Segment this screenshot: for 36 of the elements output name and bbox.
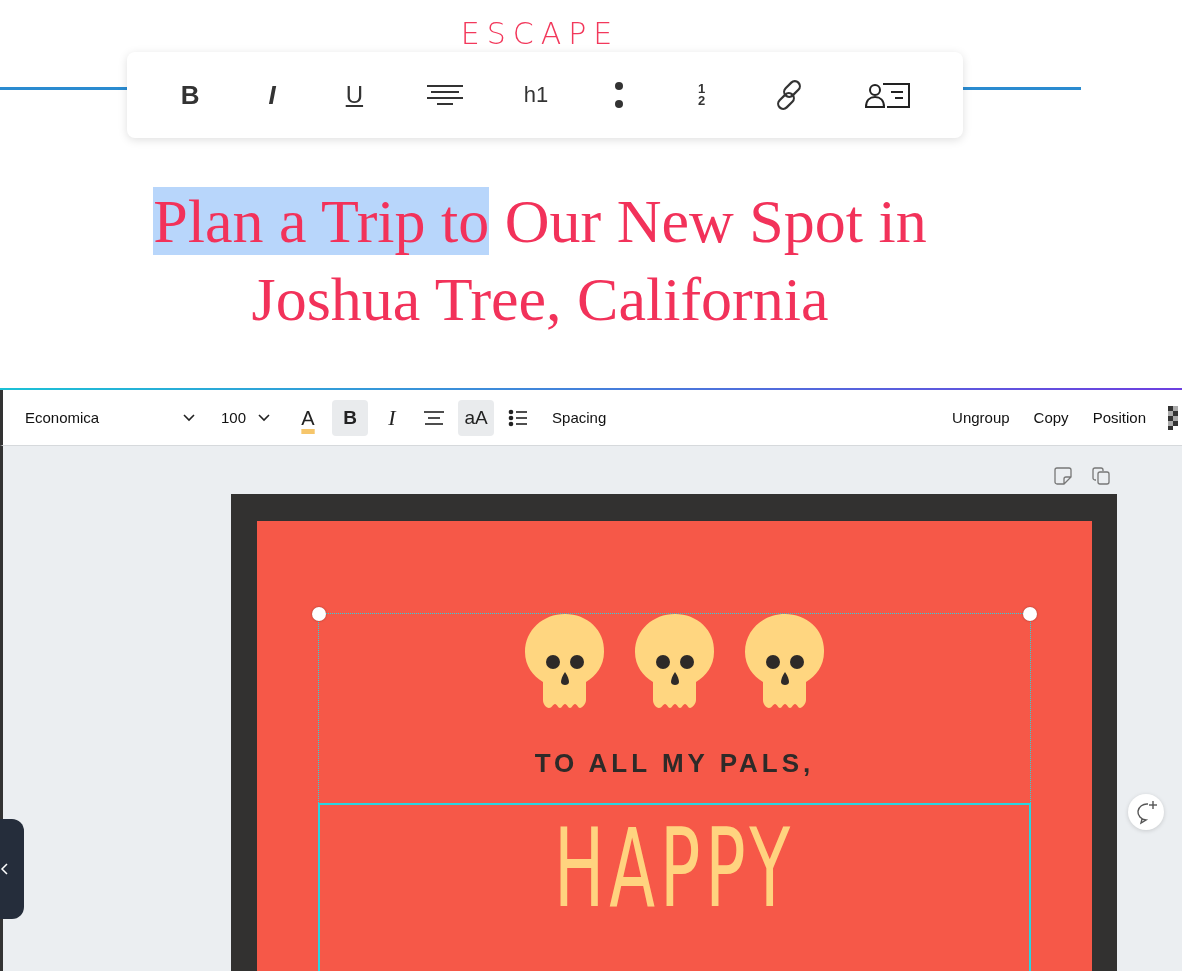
toolbar-action-button[interactable]: Ungroup — [944, 405, 1018, 430]
font-dropdown[interactable]: Economica — [17, 405, 203, 430]
heading-button[interactable]: h1 — [519, 78, 553, 112]
title-text: HAPPY — [553, 809, 796, 933]
collapse-tab[interactable] — [0, 819, 24, 919]
chevron-down-icon — [258, 413, 271, 422]
bullet-list-icon — [508, 408, 529, 427]
bold-button[interactable]: B — [175, 75, 206, 115]
resize-handle[interactable] — [312, 607, 326, 621]
chevron-left-icon — [0, 863, 8, 875]
chevron-down-icon — [183, 413, 195, 422]
align-center-icon — [423, 409, 446, 426]
add-comment-button[interactable] — [1128, 794, 1164, 830]
toolbar-action-button[interactable]: Position — [1084, 405, 1154, 430]
spacing-button[interactable]: Spacing — [548, 405, 611, 430]
note-icon[interactable] — [1054, 467, 1072, 485]
resize-handle[interactable] — [1023, 607, 1037, 621]
bold-button[interactable]: B — [332, 399, 369, 436]
greeting-text: TO ALL MY PALS, — [534, 748, 815, 779]
headline: Plan a Trip to Our New Spot in Joshua Tree, California — [152, 186, 928, 335]
underline-button[interactable]: U — [339, 77, 370, 113]
fraction-button[interactable]: 1 2 — [686, 79, 717, 111]
skull-icon — [744, 614, 825, 708]
italic-button[interactable]: I — [374, 399, 411, 436]
toolbar-action-button[interactable]: Copy — [1025, 405, 1077, 430]
case-button[interactable]: aA — [458, 399, 495, 436]
align-center-icon — [425, 83, 464, 107]
copy-icon[interactable] — [1092, 467, 1110, 485]
text-color-button[interactable]: A — [290, 399, 327, 436]
contact-card-icon — [864, 81, 911, 109]
dots-icon — [613, 81, 626, 109]
skull-icon — [524, 614, 605, 708]
brand-logo-text: ESCAPE — [459, 15, 621, 52]
skull-icon — [634, 614, 715, 708]
font-size-dropdown[interactable]: 100 — [215, 405, 277, 430]
italic-button[interactable]: I — [257, 75, 288, 115]
